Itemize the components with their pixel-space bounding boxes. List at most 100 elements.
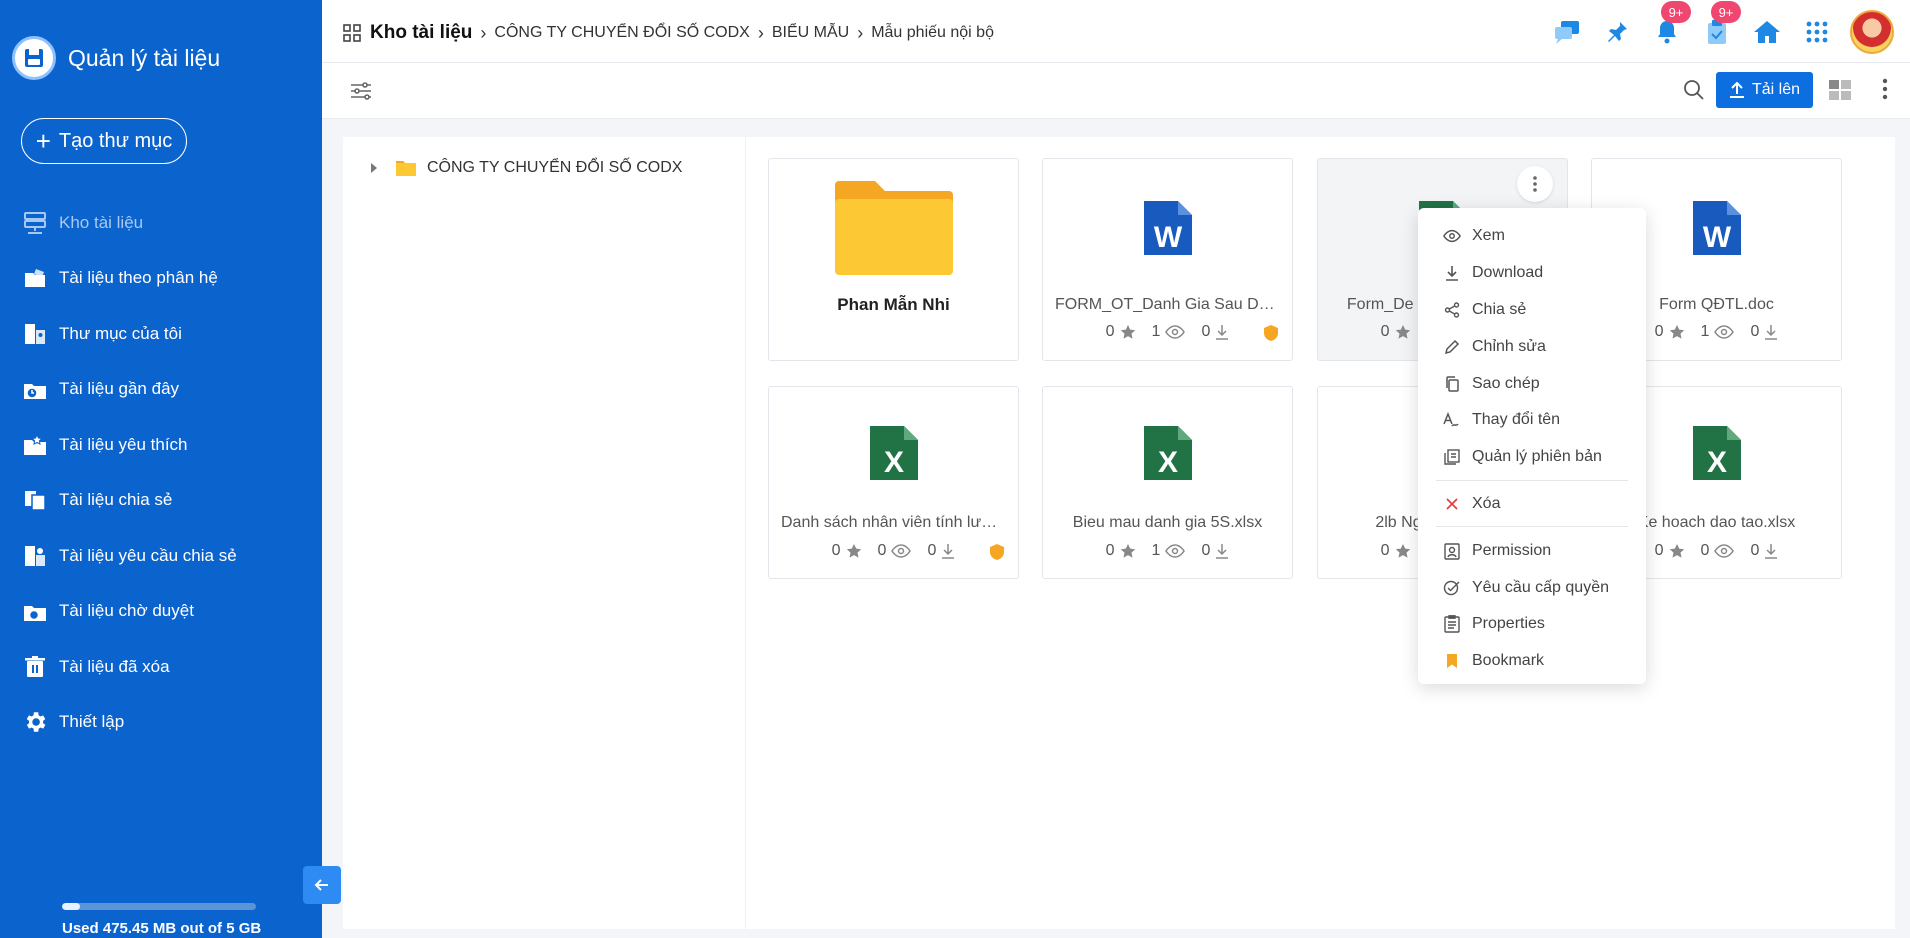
svg-text:X: X — [883, 446, 903, 479]
stars-stat: 0 — [1381, 323, 1411, 341]
menu-item-permission[interactable]: Permission — [1418, 532, 1646, 569]
notifications-button[interactable]: 9+ — [1642, 1, 1692, 56]
apps-grid-icon — [1806, 21, 1828, 43]
menu-item-delete[interactable]: Xóa — [1418, 486, 1646, 523]
create-folder-button[interactable]: + Tạo thư mục — [21, 118, 187, 164]
home-button[interactable] — [1742, 8, 1792, 56]
views-stat: 1 — [1152, 542, 1186, 560]
sidebar-item-pending[interactable]: Tài liệu chờ duyệt — [0, 584, 322, 640]
arrow-left-icon — [314, 879, 328, 891]
sidebar-item-settings[interactable]: Thiết lập — [0, 695, 322, 751]
menu-separator — [1436, 479, 1628, 481]
sidebar-item-label: Tài liệu yêu thích — [59, 434, 188, 454]
eye-icon — [1714, 544, 1735, 558]
share-icon — [1442, 302, 1462, 318]
upload-button[interactable]: Tải lên — [1716, 72, 1813, 108]
chat-button[interactable] — [1542, 8, 1592, 56]
star-icon — [1395, 544, 1410, 558]
grid-icon[interactable] — [342, 23, 362, 43]
properties-icon — [1442, 615, 1462, 634]
more-vertical-icon — [1533, 176, 1537, 192]
menu-item-edit[interactable]: Chỉnh sửa — [1418, 328, 1646, 365]
pending-docs-icon — [20, 596, 50, 626]
plus-icon: + — [35, 126, 51, 156]
stars-stat: 0 — [1106, 323, 1136, 341]
download-icon — [1442, 265, 1462, 281]
filter-sliders-icon[interactable] — [348, 78, 374, 104]
sidebar-item-my-folder[interactable]: Thư mục của tôi — [0, 306, 322, 362]
folder-card[interactable]: Phan Mẫn Nhi — [768, 158, 1019, 361]
breadcrumb-item[interactable]: CÔNG TY CHUYỂN ĐỔI SỐ CODX — [494, 24, 749, 42]
storage-progress-fill — [62, 903, 81, 910]
star-icon — [846, 544, 861, 558]
item-more-button[interactable] — [1517, 166, 1553, 202]
folder-icon — [769, 179, 1018, 277]
menu-item-copy[interactable]: Sao chép — [1418, 365, 1646, 402]
shield-icon — [990, 544, 1004, 560]
sidebar-item-share-request[interactable]: Tài liệu yêu cầu chia sẻ — [0, 528, 322, 584]
file-card[interactable]: W FORM_OT_Danh Gia Sau Dao Tao.docx 0 1 … — [1042, 158, 1293, 361]
download-icon — [1765, 325, 1778, 340]
upload-icon — [1729, 82, 1744, 98]
chat-icon — [1555, 21, 1579, 44]
chevron-right-icon: › — [757, 22, 764, 43]
menu-item-bookmark[interactable]: Bookmark — [1418, 643, 1646, 680]
avatar[interactable] — [1850, 10, 1894, 54]
content-area: CÔNG TY CHUYỂN ĐỔI SỐ CODX Phan Mẫn Nhi … — [343, 137, 1895, 929]
menu-item-request-permission[interactable]: Yêu cầu cấp quyền — [1418, 569, 1646, 606]
breadcrumb-item[interactable]: BIỂU MẪU — [772, 24, 849, 42]
breadcrumb-item[interactable]: Mẫu phiếu nội bộ — [871, 24, 994, 42]
download-icon — [1216, 325, 1229, 340]
file-card[interactable]: X Danh sách nhân viên tính lương.xlsx 0 … — [768, 386, 1019, 579]
view-layout-icon[interactable] — [1828, 79, 1852, 101]
sidebar-item-deleted[interactable]: Tài liệu đã xóa — [0, 639, 322, 695]
sidebar-item-document-store[interactable]: Kho tài liệu — [0, 195, 322, 251]
more-vertical-icon[interactable] — [1882, 77, 1888, 101]
app-title: Quản lý tài liệu — [68, 44, 221, 71]
stars-stat: 0 — [1655, 542, 1685, 560]
search-icon[interactable] — [1683, 79, 1705, 101]
menu-item-versions[interactable]: Quản lý phiên bản — [1418, 439, 1646, 476]
menu-item-share[interactable]: Chia sẻ — [1418, 292, 1646, 329]
pin-icon — [1608, 22, 1627, 42]
pencil-icon — [1442, 339, 1462, 355]
sidebar-item-label: Thư mục của tôi — [59, 323, 182, 343]
apps-button[interactable] — [1792, 8, 1842, 56]
menu-item-download[interactable]: Download — [1418, 255, 1646, 292]
menu-item-label: Sao chép — [1472, 374, 1540, 392]
collapse-sidebar-button[interactable] — [303, 866, 341, 904]
tree-node-root[interactable]: CÔNG TY CHUYỂN ĐỔI SỐ CODX — [371, 159, 682, 177]
server-icon — [20, 208, 50, 238]
gear-icon — [20, 707, 50, 737]
views-stat: 0 — [878, 542, 912, 560]
home-icon — [1754, 21, 1780, 43]
sidebar-item-label: Tài liệu gần đây — [59, 379, 180, 399]
menu-item-rename[interactable]: Thay đổi tên — [1418, 402, 1646, 439]
pin-button[interactable] — [1592, 8, 1642, 56]
bookmark-icon — [1442, 653, 1462, 669]
sidebar-item-recent[interactable]: Tài liệu gần đây — [0, 362, 322, 418]
svg-text:W: W — [1153, 221, 1182, 254]
caret-right-icon[interactable] — [371, 163, 377, 173]
menu-separator — [1436, 526, 1628, 528]
file-card[interactable]: X Bieu mau danh gia 5S.xlsx 0 1 0 — [1042, 386, 1293, 579]
download-icon — [1765, 544, 1778, 559]
svg-text:X: X — [1157, 446, 1177, 479]
storage-usage: Used 475.45 MB out of 5 GB — [62, 903, 261, 937]
excel-file-icon: X — [1043, 424, 1292, 482]
views-stat: 1 — [1701, 323, 1735, 341]
item-stats: 0 1 0 — [1043, 542, 1292, 560]
breadcrumb-root[interactable]: Kho tài liệu — [370, 22, 472, 44]
tasks-button[interactable]: 9+ — [1692, 1, 1742, 56]
menu-item-view[interactable]: Xem — [1418, 218, 1646, 255]
menu-item-properties[interactable]: Properties — [1418, 606, 1646, 643]
downloads-stat: 0 — [1201, 542, 1229, 560]
menu-item-label: Properties — [1472, 615, 1545, 633]
sidebar-item-favorite[interactable]: Tài liệu yêu thích — [0, 417, 322, 473]
sidebar-item-module-docs[interactable]: Tài liệu theo phân hệ — [0, 251, 322, 307]
stars-stat: 0 — [1381, 542, 1411, 560]
sidebar-item-shared[interactable]: Tài liệu chia sẻ — [0, 473, 322, 529]
item-stats: 0 0 0 — [769, 542, 1018, 560]
shared-docs-icon — [20, 485, 50, 515]
star-icon — [1669, 544, 1684, 558]
